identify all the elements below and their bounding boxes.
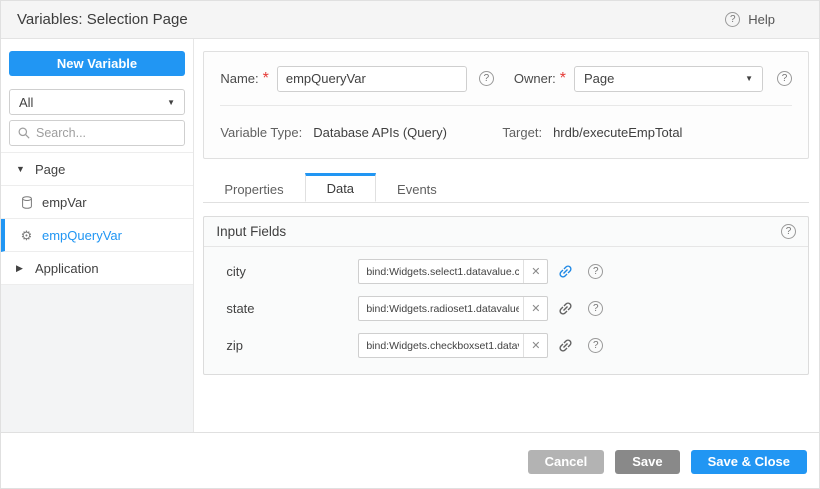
bind-expression-input[interactable]: ✕: [358, 296, 548, 321]
clear-binding-icon[interactable]: ✕: [523, 297, 547, 320]
field-help-icon[interactable]: ?: [588, 264, 603, 279]
database-variable-icon: [20, 195, 33, 209]
save-button[interactable]: Save: [615, 450, 679, 474]
tab-data[interactable]: Data: [305, 173, 376, 202]
variable-filter-select[interactable]: All ▼: [9, 89, 185, 115]
clear-binding-icon[interactable]: ✕: [523, 334, 547, 357]
name-label: Name:: [220, 71, 258, 86]
variable-detail-pane: Name: * ? Owner: * Page ▼ ? Variable Typ…: [194, 39, 819, 432]
help-label: Help: [748, 12, 775, 27]
field-label: state: [226, 301, 358, 316]
chevron-down-icon: ▼: [167, 98, 175, 107]
field-help-icon[interactable]: ?: [588, 338, 603, 353]
clear-binding-icon[interactable]: ✕: [523, 260, 547, 283]
target-pair: Target: hrdb/executeEmpTotal: [502, 125, 682, 140]
detail-tabs: Properties Data Events: [203, 173, 809, 203]
bind-value-input[interactable]: [359, 340, 523, 352]
variable-type-pair: Variable Type: Database APIs (Query): [220, 125, 502, 140]
tree-node-label: Application: [35, 261, 99, 276]
variable-summary-box: Name: * ? Owner: * Page ▼ ? Variable Typ…: [203, 51, 809, 159]
field-help-icon[interactable]: ?: [588, 301, 603, 316]
variable-type-label: Variable Type:: [220, 125, 302, 140]
caret-right-icon: ▶: [16, 263, 26, 274]
bind-link-icon[interactable]: [557, 263, 574, 280]
name-help-icon[interactable]: ?: [479, 71, 494, 86]
tree-node-label: Page: [35, 162, 65, 177]
field-label: zip: [226, 338, 358, 353]
help-circle-icon: ?: [725, 12, 740, 27]
caret-down-icon: ▼: [16, 164, 26, 174]
dialog-header: Variables: Selection Page ? Help: [1, 1, 819, 39]
search-icon: [18, 127, 30, 139]
variables-dialog: Variables: Selection Page ? Help New Var…: [0, 0, 820, 489]
tree-node-label: empQueryVar: [42, 228, 122, 243]
sidebar-filler: [1, 285, 193, 432]
tree-node-label: empVar: [42, 195, 87, 210]
dialog-body: New Variable All ▼ ▼ Page: [1, 39, 819, 432]
input-field-row-zip: zip ✕ ?: [204, 327, 808, 364]
tab-events[interactable]: Events: [376, 173, 458, 202]
cancel-button[interactable]: Cancel: [528, 450, 605, 474]
owner-select[interactable]: Page ▼: [574, 66, 763, 92]
tree-node-empqueryvar[interactable]: ⚙ empQueryVar: [1, 219, 193, 252]
bind-link-icon[interactable]: [557, 337, 574, 354]
required-asterisk: *: [263, 70, 269, 88]
bind-value-input[interactable]: [359, 266, 523, 278]
target-value: hrdb/executeEmpTotal: [553, 125, 682, 140]
variable-type-value: Database APIs (Query): [313, 125, 447, 140]
input-field-row-city: city ✕ ?: [204, 253, 808, 290]
field-label: city: [226, 264, 358, 279]
tree-node-page[interactable]: ▼ Page: [1, 153, 193, 186]
tree-node-empvar[interactable]: empVar: [1, 186, 193, 219]
owner-label: Owner:: [514, 71, 556, 86]
target-label: Target:: [502, 125, 542, 140]
save-and-close-button[interactable]: Save & Close: [691, 450, 807, 474]
dialog-footer: Cancel Save Save & Close: [1, 432, 819, 489]
bind-expression-input[interactable]: ✕: [358, 333, 548, 358]
input-fields-panel: Input Fields ? city ✕ ?: [203, 216, 809, 375]
new-variable-button[interactable]: New Variable: [9, 51, 185, 76]
input-fields-title: Input Fields: [216, 224, 286, 239]
input-field-row-state: state ✕ ?: [204, 290, 808, 327]
variable-filter-value: All: [19, 95, 33, 110]
owner-select-value: Page: [584, 71, 614, 86]
variables-tree: ▼ Page empVar ⚙ empQueryVar ▶ Applicatio…: [1, 152, 193, 285]
tree-node-application[interactable]: ▶ Application: [1, 252, 193, 285]
tab-properties[interactable]: Properties: [203, 173, 304, 202]
page-title: Variables: Selection Page: [17, 11, 188, 28]
input-fields-help-icon[interactable]: ?: [781, 224, 796, 239]
bind-value-input[interactable]: [359, 303, 523, 315]
help-link[interactable]: ? Help: [725, 12, 775, 27]
query-variable-icon: ⚙: [20, 228, 33, 242]
bind-expression-input[interactable]: ✕: [358, 259, 548, 284]
bind-link-icon[interactable]: [557, 300, 574, 317]
chevron-down-icon: ▼: [745, 74, 753, 83]
variables-sidebar: New Variable All ▼ ▼ Page: [1, 39, 194, 432]
required-asterisk: *: [560, 70, 566, 88]
search-input[interactable]: [36, 126, 176, 140]
variable-search[interactable]: [9, 120, 185, 146]
owner-help-icon[interactable]: ?: [777, 71, 792, 86]
variable-name-input[interactable]: [277, 66, 467, 92]
